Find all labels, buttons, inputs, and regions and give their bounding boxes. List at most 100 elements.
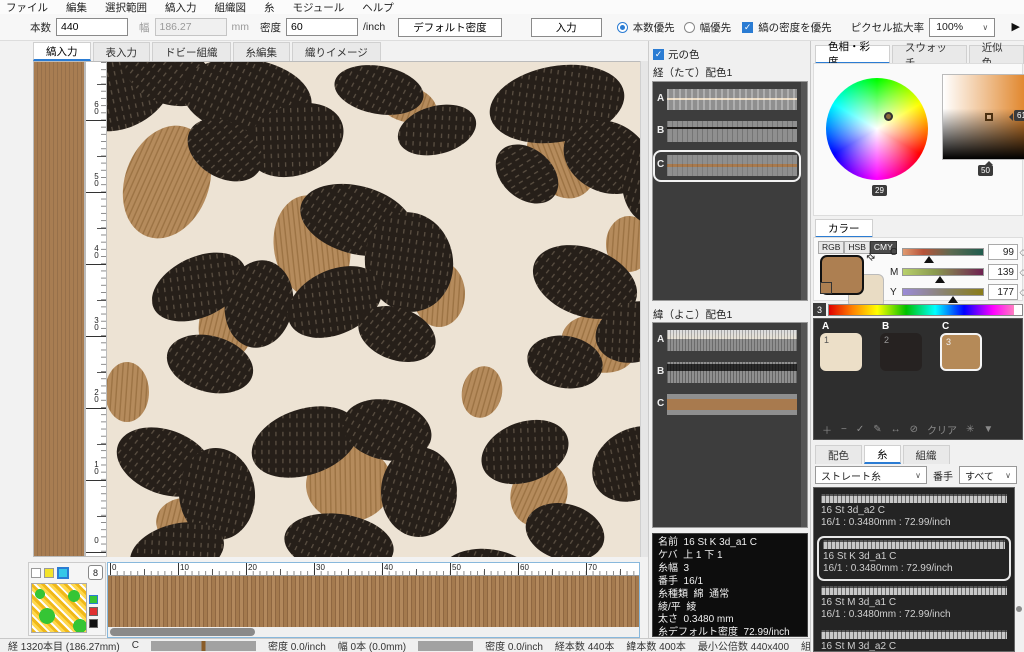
- toolbar-overflow-icon[interactable]: ▶: [1012, 20, 1020, 33]
- menu-help[interactable]: ヘルプ: [362, 0, 394, 15]
- magenta-slider[interactable]: [902, 268, 984, 283]
- warp-list-scrollbar[interactable]: [801, 82, 807, 300]
- hue-marker[interactable]: [884, 112, 893, 121]
- input-button[interactable]: 入力: [530, 17, 602, 37]
- dropdown-icon[interactable]: ▼: [983, 424, 993, 435]
- thread-type-select[interactable]: ストレート糸 ∨: [815, 466, 927, 484]
- warp-row-a[interactable]: A: [655, 86, 799, 114]
- info-line: 綾/平 綾: [658, 601, 697, 613]
- asterisk-icon[interactable]: ✳: [966, 424, 974, 435]
- palette-swatch-3-selected[interactable]: 3: [940, 333, 982, 371]
- yarn-count-select[interactable]: すべて ∨: [959, 466, 1017, 484]
- tab-dobby-weave[interactable]: ドビー組織: [152, 42, 231, 61]
- density-status-1: 密度 0.0/inch: [267, 642, 326, 652]
- count-priority-radio[interactable]: [616, 21, 628, 33]
- canvas-vertical-scrollbar[interactable]: [640, 61, 648, 557]
- warp-stripe-column[interactable]: [33, 61, 85, 557]
- sb-marker[interactable]: [985, 113, 993, 121]
- scrollbar-thumb[interactable]: [1016, 606, 1022, 612]
- menu-thread[interactable]: 糸: [264, 0, 275, 15]
- weft-stripe-band[interactable]: [108, 576, 639, 627]
- warp-row-b[interactable]: B: [655, 118, 799, 146]
- mini-swatch-white[interactable]: [31, 567, 41, 578]
- tab-thread[interactable]: 糸: [864, 445, 901, 464]
- stripe-density-checkbox[interactable]: ✓: [742, 21, 754, 33]
- tab-similar-colors[interactable]: 近似色: [968, 42, 1024, 69]
- row-label: C: [657, 159, 665, 170]
- weft-list-scrollbar[interactable]: [801, 323, 807, 527]
- hue-wheel[interactable]: [826, 78, 928, 180]
- menu-edit[interactable]: 編集: [66, 0, 87, 15]
- tab-weave-image[interactable]: 織りイメージ: [292, 42, 381, 61]
- mini-swatch-yellow[interactable]: [44, 567, 54, 578]
- white-chip[interactable]: [1014, 304, 1022, 315]
- palette-swatch-1[interactable]: 1: [820, 333, 862, 371]
- scrollbar-thumb[interactable]: [110, 628, 255, 636]
- tab-stripe-input[interactable]: 縞入力: [33, 42, 91, 61]
- yellow-slider[interactable]: [902, 288, 984, 303]
- weft-row-c[interactable]: C: [655, 391, 799, 419]
- thread-list-item[interactable]: 16 St M 3d_a1 C 16/1 : 0.3480mm : 72.99/…: [817, 584, 1011, 625]
- tab-swatches[interactable]: スウォッチ: [891, 42, 967, 69]
- weft-band-area: 0 10 20 30 40 50 60 70: [107, 562, 640, 638]
- pattern-thumbnail[interactable]: [31, 583, 87, 633]
- info-line: 糸種類 綿 通常: [658, 588, 730, 600]
- menu-file[interactable]: ファイル: [6, 0, 48, 15]
- side-swatch-red[interactable]: [89, 607, 98, 616]
- slider-handle[interactable]: [948, 291, 959, 303]
- thread-list-item[interactable]: 16 St 3d_a2 C 16/1 : 0.3480mm : 72.99/in…: [817, 492, 1011, 533]
- mode-hsb[interactable]: HSB: [844, 241, 870, 254]
- menu-module[interactable]: モジュール: [293, 0, 345, 15]
- add-icon[interactable]: ＋: [822, 422, 832, 437]
- spinner-icon[interactable]: ◇: [1018, 287, 1024, 298]
- swap-icon[interactable]: ↔: [891, 424, 901, 435]
- apply-icon[interactable]: ✓: [856, 424, 864, 435]
- weft-colorway-title: 緯（よこ）配色1: [653, 309, 733, 321]
- spinner-icon[interactable]: ◇: [1018, 247, 1024, 258]
- count-input[interactable]: [56, 18, 128, 36]
- pixel-zoom-select[interactable]: 100% ∨: [929, 17, 996, 37]
- menu-weave-diagram[interactable]: 組織図: [215, 0, 247, 15]
- tab-color[interactable]: カラー: [815, 219, 873, 238]
- menu-stripe-input[interactable]: 縞入力: [165, 0, 197, 15]
- remove-icon[interactable]: −: [841, 424, 847, 435]
- width-priority-radio[interactable]: [683, 21, 695, 33]
- yellow-value[interactable]: 177: [988, 284, 1018, 300]
- palette-swatch-2[interactable]: 2: [880, 333, 922, 371]
- weft-row-a[interactable]: A: [655, 327, 799, 355]
- mode-rgb[interactable]: RGB: [818, 241, 845, 254]
- mini-swatch-cyan-selected[interactable]: [57, 566, 69, 579]
- tab-table-input[interactable]: 表入力: [92, 42, 150, 61]
- thread-list-scrollbar[interactable]: [1015, 488, 1023, 651]
- tab-hue-saturation[interactable]: 色相・彩度: [815, 41, 890, 68]
- density-input[interactable]: [286, 18, 358, 36]
- side-swatch-green[interactable]: [89, 595, 98, 604]
- original-color-checkbox[interactable]: ✓: [653, 49, 664, 60]
- disable-icon[interactable]: ⊘: [910, 424, 918, 435]
- hue-strip[interactable]: [828, 303, 1023, 316]
- default-density-button[interactable]: デフォルト密度: [398, 17, 502, 37]
- warp-row-c-selected[interactable]: C: [653, 150, 801, 182]
- cyan-slider[interactable]: [902, 248, 984, 263]
- thread-list-item[interactable]: 16 St M 3d_a2 C 16/1 : 0.3480mm : 72.99/…: [817, 628, 1011, 651]
- spinner-icon[interactable]: ◇: [1018, 267, 1024, 278]
- tab-weave[interactable]: 組織: [902, 445, 950, 464]
- pattern-canvas[interactable]: [107, 61, 640, 557]
- link-toggle-button[interactable]: 8: [88, 565, 103, 580]
- clear-button[interactable]: クリア: [927, 422, 957, 437]
- thread-list-item-selected[interactable]: 16 St K 3d_a1 C 16/1 : 0.3480mm : 72.99/…: [817, 535, 1011, 581]
- magenta-value[interactable]: 139: [988, 264, 1018, 280]
- edit-icon[interactable]: ✎: [873, 424, 881, 435]
- side-swatch-black[interactable]: [89, 619, 98, 628]
- menu-selection[interactable]: 選択範囲: [105, 0, 147, 15]
- cyan-value[interactable]: 99: [988, 244, 1018, 260]
- stripe-bar: [667, 330, 797, 351]
- tab-colorway[interactable]: 配色: [815, 445, 862, 464]
- weft-row-b[interactable]: B: [655, 359, 799, 387]
- width-input: [154, 18, 227, 36]
- weft-horizontal-scrollbar[interactable]: [108, 627, 639, 637]
- small-color-swatch[interactable]: [820, 282, 832, 294]
- tab-thread-edit[interactable]: 糸編集: [232, 42, 290, 61]
- thread-list-item[interactable]: 16/1 : 0.3480mm : 72.99/inch: [817, 488, 1011, 489]
- info-line: 番手 16/1: [658, 575, 704, 587]
